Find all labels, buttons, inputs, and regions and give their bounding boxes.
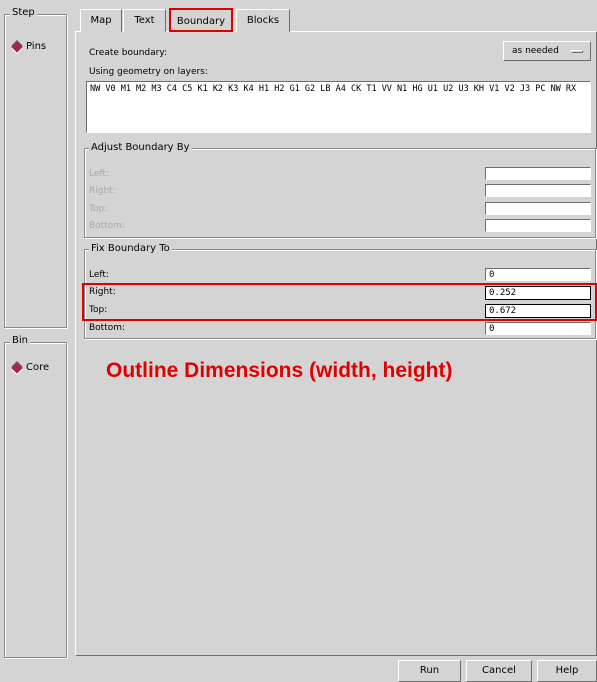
create-boundary-value: as needed <box>512 46 559 56</box>
adjust-left-input[interactable] <box>485 167 591 180</box>
fix-left-label: Left: <box>89 270 109 280</box>
tab-boundary[interactable]: Boundary <box>169 8 233 32</box>
bin-panel <box>4 342 67 658</box>
cancel-label: Cancel <box>482 665 516 676</box>
adjust-bottom-label: Bottom: <box>89 221 126 231</box>
radio-selected-icon <box>11 362 23 374</box>
run-button[interactable]: Run <box>398 660 461 682</box>
fix-left-input[interactable]: 0 <box>485 268 591 281</box>
adjust-right-input[interactable] <box>485 184 591 197</box>
tab-label: Text <box>134 15 155 26</box>
layers-value: NW V0 M1 M2 M3 C4 C5 K1 K2 K3 K4 H1 H2 G… <box>90 84 577 94</box>
help-button[interactable]: Help <box>537 660 597 682</box>
cancel-button[interactable]: Cancel <box>466 660 532 682</box>
bin-item-label: Core <box>26 362 50 373</box>
step-item-pins[interactable]: Pins <box>11 40 64 54</box>
fix-bottom-value: 0 <box>489 324 495 334</box>
step-panel-title: Step <box>10 7 37 19</box>
layers-label: Using geometry on layers: <box>89 67 208 77</box>
fix-left-value: 0 <box>489 270 495 280</box>
highlight-box <box>82 283 597 321</box>
create-boundary-select[interactable]: as needed <box>503 41 591 61</box>
adjust-bottom-input[interactable] <box>485 219 591 232</box>
fix-boundary-title: Fix Boundary To <box>89 243 172 255</box>
dropdown-icon <box>571 50 583 53</box>
tab-map[interactable]: Map <box>80 9 122 32</box>
adjust-boundary-title: Adjust Boundary By <box>89 142 192 154</box>
fix-bottom-input[interactable]: 0 <box>485 322 591 335</box>
run-label: Run <box>419 665 440 676</box>
step-panel <box>4 14 67 328</box>
adjust-right-label: Right: <box>89 186 116 196</box>
tab-label: Blocks <box>246 15 280 26</box>
help-label: Help <box>555 665 579 676</box>
tab-label: Map <box>90 15 112 26</box>
adjust-left-label: Left: <box>89 169 109 179</box>
tab-label: Boundary <box>176 16 226 27</box>
radio-selected-icon <box>11 41 23 53</box>
tab-blocks[interactable]: Blocks <box>236 9 290 32</box>
create-boundary-label: Create boundary: <box>89 48 168 58</box>
bin-panel-title: Bin <box>10 335 30 347</box>
annotation-text: Outline Dimensions (width, height) <box>106 359 453 382</box>
layers-textarea[interactable]: NW V0 M1 M2 M3 C4 C5 K1 K2 K3 K4 H1 H2 G… <box>86 81 591 133</box>
adjust-top-input[interactable] <box>485 202 591 215</box>
bin-item-core[interactable]: Core <box>11 361 64 375</box>
tab-text[interactable]: Text <box>123 9 166 32</box>
adjust-top-label: Top: <box>89 204 108 214</box>
fix-bottom-label: Bottom: <box>89 323 126 333</box>
step-item-label: Pins <box>26 41 47 52</box>
